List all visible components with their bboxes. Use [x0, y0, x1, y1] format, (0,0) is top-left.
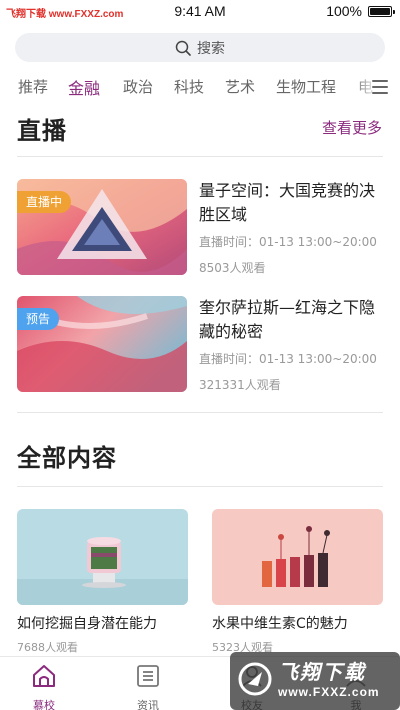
live-section-title: 直播: [17, 117, 67, 145]
content-thumbnail: [212, 509, 383, 605]
preview-badge: 预告: [17, 308, 60, 330]
search-icon: [175, 40, 191, 56]
site-watermark-logo: 飞翔下载 www.FXXZ.com: [230, 652, 400, 710]
battery-percentage: 100%: [326, 3, 362, 19]
search-placeholder: 搜索: [197, 40, 225, 57]
tab-politics[interactable]: 政治: [123, 76, 153, 97]
live-thumbnail: 直播中: [17, 179, 187, 275]
live-card[interactable]: 预告 奎尔萨拉斯—红海之下隐藏的秘密 直播时间：01-13 13:00~20:0…: [17, 296, 387, 394]
tab-art[interactable]: 艺术: [225, 76, 255, 97]
nav-home[interactable]: 慕校: [14, 663, 74, 710]
divider: [17, 156, 383, 157]
nav-news[interactable]: 资讯: [118, 663, 178, 710]
content-view-count: 7688人观看: [17, 641, 78, 654]
site-logo-url: www.FXXZ.com: [278, 685, 380, 699]
tab-bioengineering[interactable]: 生物工程: [276, 76, 336, 97]
battery-icon: [368, 6, 395, 17]
site-logo-text: 飞翔下载: [278, 660, 366, 684]
divider: [17, 486, 383, 487]
live-time: 直播时间：01-13 13:00~20:00: [199, 235, 377, 249]
content-title: 水果中维生素C的魅力: [212, 616, 348, 632]
home-icon: [33, 665, 55, 687]
all-content-title: 全部内容: [17, 444, 117, 472]
search-input[interactable]: 搜索: [15, 33, 385, 62]
nav-home-label: 慕校: [33, 699, 55, 710]
content-title: 如何挖掘自身潜在能力: [17, 616, 157, 632]
divider: [17, 412, 383, 413]
category-tabs: 推荐 金融 政治 科技 艺术 生物工程 电: [0, 72, 400, 102]
see-more-link[interactable]: 查看更多: [322, 117, 382, 138]
tab-finance[interactable]: 金融: [68, 75, 100, 99]
live-view-count: 321331人观看: [199, 378, 281, 392]
content-card[interactable]: 水果中维生素C的魅力 5323人观看: [212, 509, 383, 655]
site-logo-icon: [238, 662, 272, 696]
tab-recommend[interactable]: 推荐: [18, 76, 48, 97]
live-thumbnail: 预告: [17, 296, 187, 392]
content-card[interactable]: 如何挖掘自身潜在能力 7688人观看: [17, 509, 188, 655]
live-badge: 直播中: [17, 191, 72, 213]
category-menu-icon[interactable]: [372, 80, 388, 94]
status-bar: 飞翔下载 www.FXXZ.com 9:41 AM 100%: [0, 0, 400, 24]
live-card[interactable]: 直播中 量子空间：大国竞赛的决胜区域 直播时间：01-13 13:00~20:0…: [17, 179, 387, 277]
news-icon: [137, 665, 159, 687]
live-title: 量子空间：大国竞赛的决胜区域: [199, 181, 376, 224]
tab-technology[interactable]: 科技: [174, 76, 204, 97]
content-thumbnail: [17, 509, 188, 605]
live-title: 奎尔萨拉斯—红海之下隐藏的秘密: [199, 298, 376, 341]
live-time: 直播时间：01-13 13:00~20:00: [199, 352, 377, 366]
nav-news-label: 资讯: [137, 699, 159, 710]
live-view-count: 8503人观看: [199, 261, 266, 275]
